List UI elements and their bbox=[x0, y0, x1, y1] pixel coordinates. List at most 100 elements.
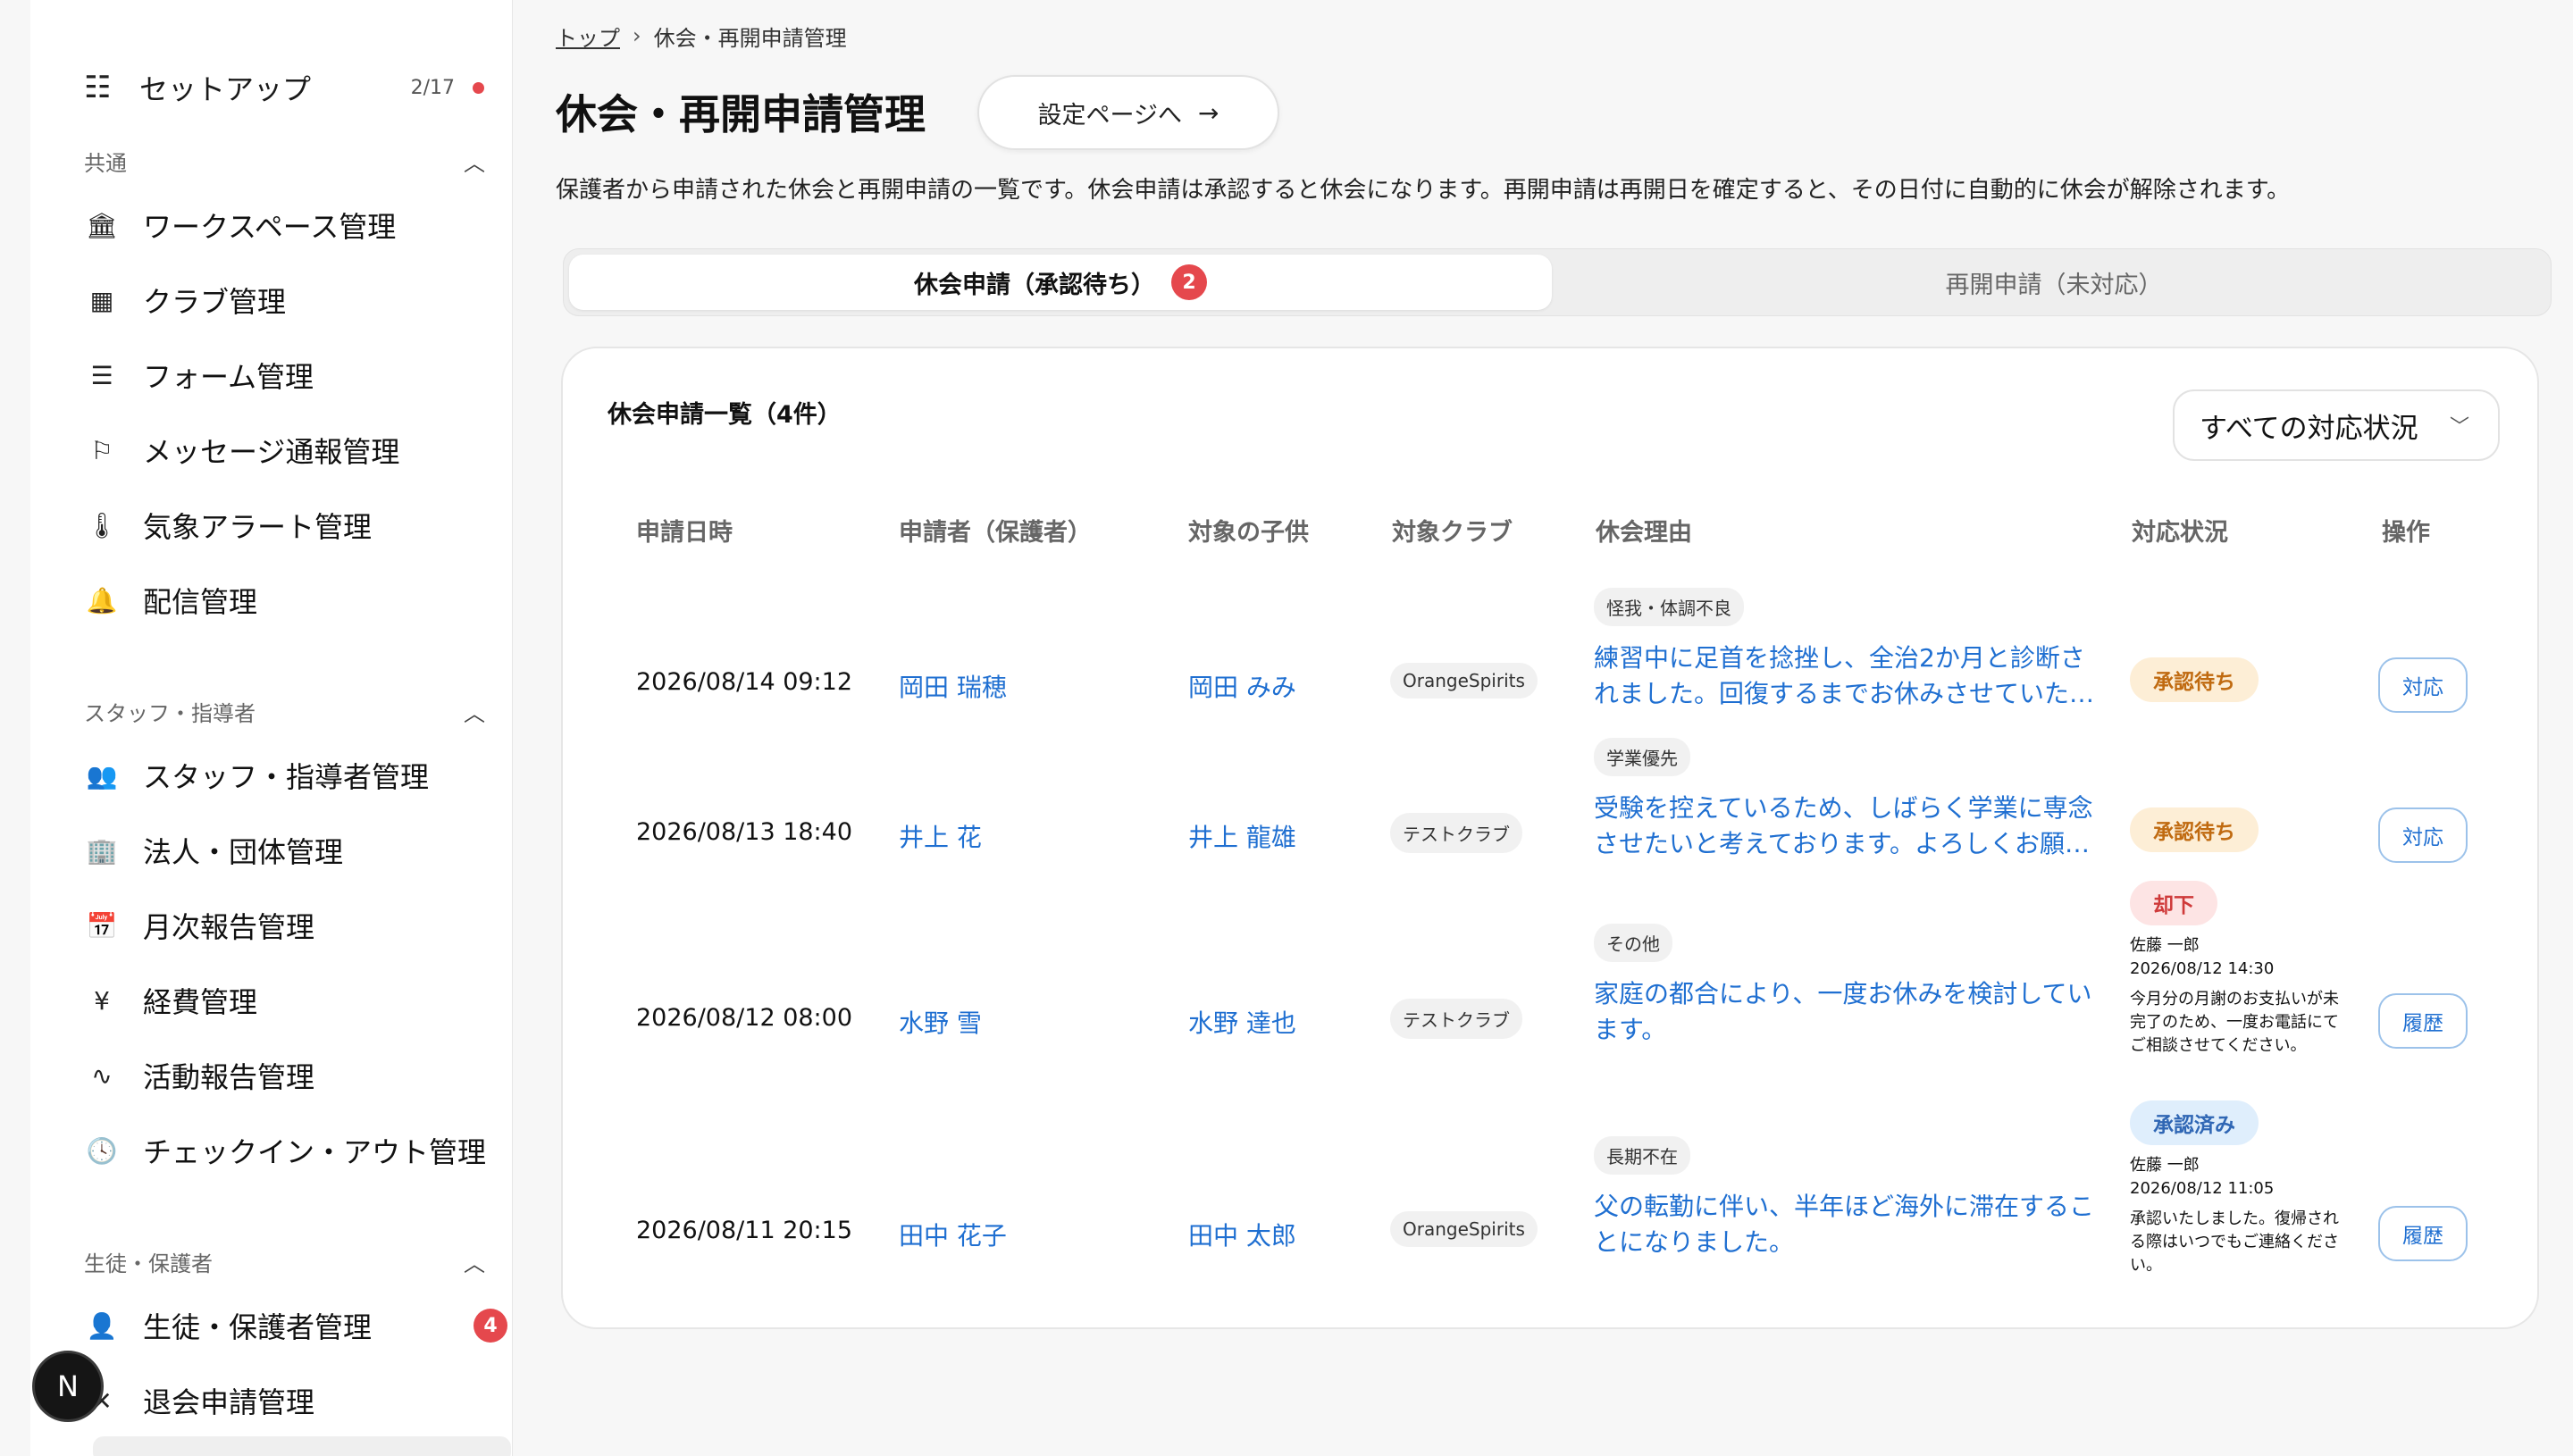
sidebar-item-weather-alert[interactable]: 🌡 気象アラート管理 bbox=[82, 500, 511, 550]
sidebar-item-students[interactable]: 👤 生徒・保護者管理 4 bbox=[82, 1301, 511, 1351]
sidebar-item-form[interactable]: ☰ フォーム管理 bbox=[82, 350, 511, 400]
sidebar-item-withdrawal[interactable]: ✕ 退会申請管理 bbox=[82, 1376, 511, 1426]
chevron-down-icon: ﹀ bbox=[2449, 416, 2469, 439]
chevron-right-icon: › bbox=[633, 23, 641, 48]
sidebar: ☷ セットアップ 2/17 共通 ︿ 🏛 ワークスペース管理 ▦ クラブ管理 ☰… bbox=[30, 0, 513, 1456]
tab-suspension-requests[interactable]: 休会申請（承認待ち） 2 bbox=[569, 255, 1552, 310]
sidebar-item-staff[interactable]: 👥 スタッフ・指導者管理 bbox=[82, 750, 511, 800]
applicant-link[interactable]: 田中 花子 bbox=[899, 1217, 1007, 1252]
sidebar-item-active-background bbox=[93, 1436, 511, 1456]
page-description: 保護者から申請された休会と再開申請の一覧です。休会申請は承認すると休会になります… bbox=[556, 177, 2291, 204]
user-plus-icon: 👤 bbox=[86, 1310, 118, 1341]
applicant-link[interactable]: 井上 花 bbox=[899, 818, 982, 854]
bank-icon: 🏛 bbox=[86, 210, 118, 240]
reason-tag: その他 bbox=[1594, 924, 1672, 962]
group-title: 共通 bbox=[84, 150, 127, 176]
activity-icon: ∿ bbox=[91, 1060, 113, 1091]
users-icon: 👥 bbox=[86, 760, 118, 791]
respond-button[interactable]: 対応 bbox=[2378, 657, 2468, 713]
applicant-link[interactable]: 水野 雪 bbox=[899, 1004, 982, 1040]
handler-name: 佐藤 一郎 bbox=[2130, 936, 2200, 955]
setup-notification-dot bbox=[473, 81, 484, 94]
child-link[interactable]: 井上 龍雄 bbox=[1188, 818, 1296, 854]
reason-text[interactable]: 家庭の都合により、一度お休みを検討しています。 bbox=[1594, 976, 2099, 1048]
settings-button-label: 設定ページへ bbox=[1037, 101, 1182, 130]
requests-card: 休会申請一覧（4件） すべての対応状況 ﹀ 申請日時 申請者（保護者） 対象の子… bbox=[561, 347, 2539, 1329]
reason-tag: 学業優先 bbox=[1594, 738, 1690, 776]
sidebar-item-club[interactable]: ▦ クラブ管理 bbox=[82, 275, 511, 325]
group-title: 生徒・保護者 bbox=[84, 1251, 213, 1276]
setup-progress: 2/17 bbox=[410, 76, 455, 99]
status-cell: 承認待ち bbox=[2130, 807, 2259, 852]
applicant-link[interactable]: 岡田 瑞穂 bbox=[899, 668, 1007, 704]
settings-page-button[interactable]: 設定ページへ → bbox=[977, 75, 1279, 150]
setup-item[interactable]: ☷ セットアップ 2/17 bbox=[84, 64, 495, 111]
page-title: 休会・再開申請管理 bbox=[556, 90, 926, 138]
status-filter-value: すべての対応状況 bbox=[2200, 412, 2418, 445]
child-link[interactable]: 岡田 みみ bbox=[1188, 668, 1296, 704]
column-header: 申請日時 bbox=[636, 519, 733, 547]
flag-icon: ⚐ bbox=[90, 435, 113, 465]
sidebar-item-label: スタッフ・指導者管理 bbox=[143, 760, 430, 794]
request-date: 2026/08/13 18:40 bbox=[636, 818, 853, 846]
form-icon: ☰ bbox=[90, 360, 113, 390]
sidebar-item-workspace[interactable]: 🏛 ワークスペース管理 bbox=[82, 200, 511, 250]
child-link[interactable]: 田中 太郎 bbox=[1188, 1217, 1296, 1252]
building-icon: ▦ bbox=[89, 285, 114, 315]
handler-name: 佐藤 一郎 bbox=[2130, 1156, 2200, 1175]
sidebar-item-organization[interactable]: 🏢 法人・団体管理 bbox=[82, 825, 511, 875]
reason-cell: 学業優先 受験を控えているため、しばらく学業に専念させたいと考えております。よろ… bbox=[1594, 738, 2099, 862]
setup-label: セットアップ bbox=[139, 72, 312, 106]
office-icon: 🏢 bbox=[86, 835, 118, 866]
status-badge: 承認待ち bbox=[2130, 657, 2259, 702]
status-badge: 却下 bbox=[2130, 881, 2217, 925]
sidebar-item-label: 経費管理 bbox=[143, 985, 258, 1019]
sidebar-item-label: フォーム管理 bbox=[143, 360, 314, 394]
status-filter-select[interactable]: すべての対応状況 ﹀ bbox=[2173, 389, 2500, 461]
reason-cell: 怪我・体調不良 練習中に足首を捻挫し、全治2か月と診断されました。回復するまでお… bbox=[1594, 588, 2099, 712]
reason-cell: 長期不在 父の転勤に伴い、半年ほど海外に滞在することになりました。 bbox=[1594, 1136, 2099, 1260]
reason-tag: 長期不在 bbox=[1594, 1136, 1690, 1175]
tab-resume-requests[interactable]: 再開申請（未対応） bbox=[1563, 255, 2545, 310]
sidebar-item-label: 配信管理 bbox=[143, 585, 258, 619]
sidebar-item-expense[interactable]: ¥ 経費管理 bbox=[82, 975, 511, 1025]
club-pill: OrangeSpirits bbox=[1390, 663, 1538, 699]
sidebar-item-label: 退会申請管理 bbox=[143, 1385, 315, 1419]
handler-note: 今月分の月謝のお支払いが未完了のため、一度お電話にてご相談させてください。 bbox=[2130, 990, 2339, 1055]
group-header-staff[interactable]: スタッフ・指導者 ︿ bbox=[84, 693, 488, 729]
status-cell: 承認済み 佐藤 一郎 2026/08/12 11:05 承認いたしました。復帰さ… bbox=[2130, 1100, 2353, 1277]
respond-button[interactable]: 対応 bbox=[2378, 807, 2468, 863]
floating-n-button[interactable]: N bbox=[32, 1351, 104, 1422]
breadcrumb-current: 休会・再開申請管理 bbox=[653, 25, 847, 51]
count-badge: 4 bbox=[474, 1309, 507, 1343]
sidebar-item-monthly-report[interactable]: 📅 月次報告管理 bbox=[82, 900, 511, 950]
chevron-up-icon: ︿ bbox=[464, 150, 485, 176]
request-date: 2026/08/14 09:12 bbox=[636, 668, 853, 696]
sidebar-item-activity-report[interactable]: ∿ 活動報告管理 bbox=[82, 1050, 511, 1100]
reason-text[interactable]: 受験を控えているため、しばらく学業に専念させたいと考えております。よろしくお願い… bbox=[1594, 791, 2099, 862]
column-header: 対応状況 bbox=[2132, 519, 2228, 547]
column-header: 休会理由 bbox=[1596, 519, 1692, 547]
status-badge: 承認待ち bbox=[2130, 807, 2259, 852]
sidebar-item-message-report[interactable]: ⚐ メッセージ通報管理 bbox=[82, 425, 511, 475]
child-link[interactable]: 水野 達也 bbox=[1188, 1004, 1296, 1040]
club-pill: テストクラブ bbox=[1390, 813, 1522, 853]
reason-text[interactable]: 父の転勤に伴い、半年ほど海外に滞在することになりました。 bbox=[1594, 1189, 2099, 1260]
sidebar-item-delivery[interactable]: 🔔 配信管理 bbox=[82, 575, 511, 625]
sidebar-item-label: チェックイン・アウト管理 bbox=[143, 1135, 487, 1169]
reason-text[interactable]: 練習中に足首を捻挫し、全治2か月と診断されました。回復するまでお休みさせていただ… bbox=[1594, 640, 2099, 712]
group-header-students[interactable]: 生徒・保護者 ︿ bbox=[84, 1243, 488, 1279]
group-title: スタッフ・指導者 bbox=[84, 700, 256, 726]
tab-label: 再開申請（未対応） bbox=[1945, 271, 2163, 299]
history-button[interactable]: 履歴 bbox=[2378, 1206, 2468, 1261]
group-header-common[interactable]: 共通 ︿ bbox=[84, 143, 488, 179]
breadcrumb-home-link[interactable]: トップ bbox=[556, 21, 620, 52]
column-header: 対象クラブ bbox=[1392, 519, 1513, 547]
status-cell: 却下 佐藤 一郎 2026/08/12 14:30 今月分の月謝のお支払いが未完… bbox=[2130, 881, 2353, 1058]
sidebar-item-checkin[interactable]: 🕓 チェックイン・アウト管理 bbox=[82, 1125, 511, 1176]
bell-icon: 🔔 bbox=[86, 585, 118, 615]
handled-at: 2026/08/12 11:05 bbox=[2130, 1179, 2275, 1198]
clock-icon: 🕓 bbox=[86, 1135, 118, 1166]
tab-bar: 休会申請（承認待ち） 2 再開申請（未対応） bbox=[563, 248, 2552, 316]
history-button[interactable]: 履歴 bbox=[2378, 993, 2468, 1049]
